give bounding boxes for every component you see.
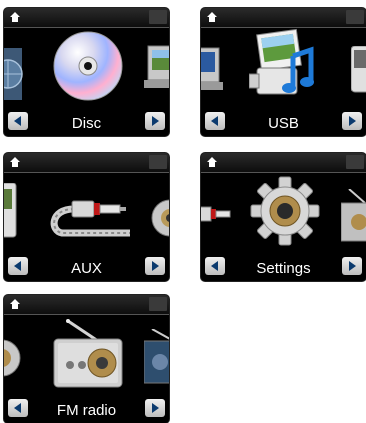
- next-button[interactable]: [342, 257, 362, 275]
- home-icon[interactable]: [9, 298, 21, 310]
- source-carousel: [4, 315, 169, 403]
- status-indicator: [149, 155, 167, 169]
- next-button[interactable]: [145, 399, 165, 417]
- settings-gear-icon[interactable]: [249, 175, 321, 247]
- home-icon[interactable]: [9, 11, 21, 23]
- top-bar: [4, 153, 169, 173]
- status-indicator: [149, 297, 167, 311]
- status-indicator: [346, 10, 364, 24]
- radio-icon: [341, 189, 366, 242]
- arrow-right-icon: [152, 403, 159, 413]
- top-bar: [201, 8, 366, 28]
- laptop-partial-icon: [201, 47, 223, 90]
- settings-gear-icon: [151, 199, 169, 237]
- disc-icon[interactable]: [52, 30, 124, 102]
- usb-media-icon[interactable]: [249, 28, 321, 104]
- top-bar: [4, 8, 169, 28]
- aux-cable-icon[interactable]: [44, 187, 130, 243]
- screen-disc: Disc: [4, 8, 169, 136]
- next-button[interactable]: [145, 112, 165, 130]
- arrow-right-icon: [152, 261, 159, 271]
- source-carousel: [4, 28, 169, 116]
- top-bar: [201, 153, 366, 173]
- status-indicator: [346, 155, 364, 169]
- settings-gear-icon: [4, 339, 21, 377]
- next-button[interactable]: [145, 257, 165, 275]
- source-carousel: [201, 28, 366, 116]
- top-bar: [4, 295, 169, 315]
- status-indicator: [149, 10, 167, 24]
- source-carousel: [4, 173, 169, 261]
- mp3-player-icon: [4, 183, 17, 238]
- source-carousel: [201, 173, 366, 261]
- arrow-right-icon: [349, 261, 356, 271]
- aux-cable-icon: [201, 206, 231, 222]
- radio-partial-icon: [144, 329, 169, 384]
- globe-cd-icon: [4, 48, 23, 100]
- laptop-photo-icon: [144, 45, 169, 88]
- arrow-right-icon: [152, 116, 159, 126]
- home-icon[interactable]: [9, 156, 21, 168]
- home-icon[interactable]: [206, 11, 218, 23]
- screen-aux: AUX: [4, 153, 169, 281]
- arrow-right-icon: [349, 116, 356, 126]
- next-button[interactable]: [342, 112, 362, 130]
- screen-fm-radio: FM radio: [4, 295, 169, 423]
- mp3-player-icon: [351, 46, 366, 93]
- home-icon[interactable]: [206, 156, 218, 168]
- screen-settings: Settings: [201, 153, 366, 281]
- screen-usb: USB: [201, 8, 366, 136]
- radio-icon[interactable]: [48, 319, 128, 391]
